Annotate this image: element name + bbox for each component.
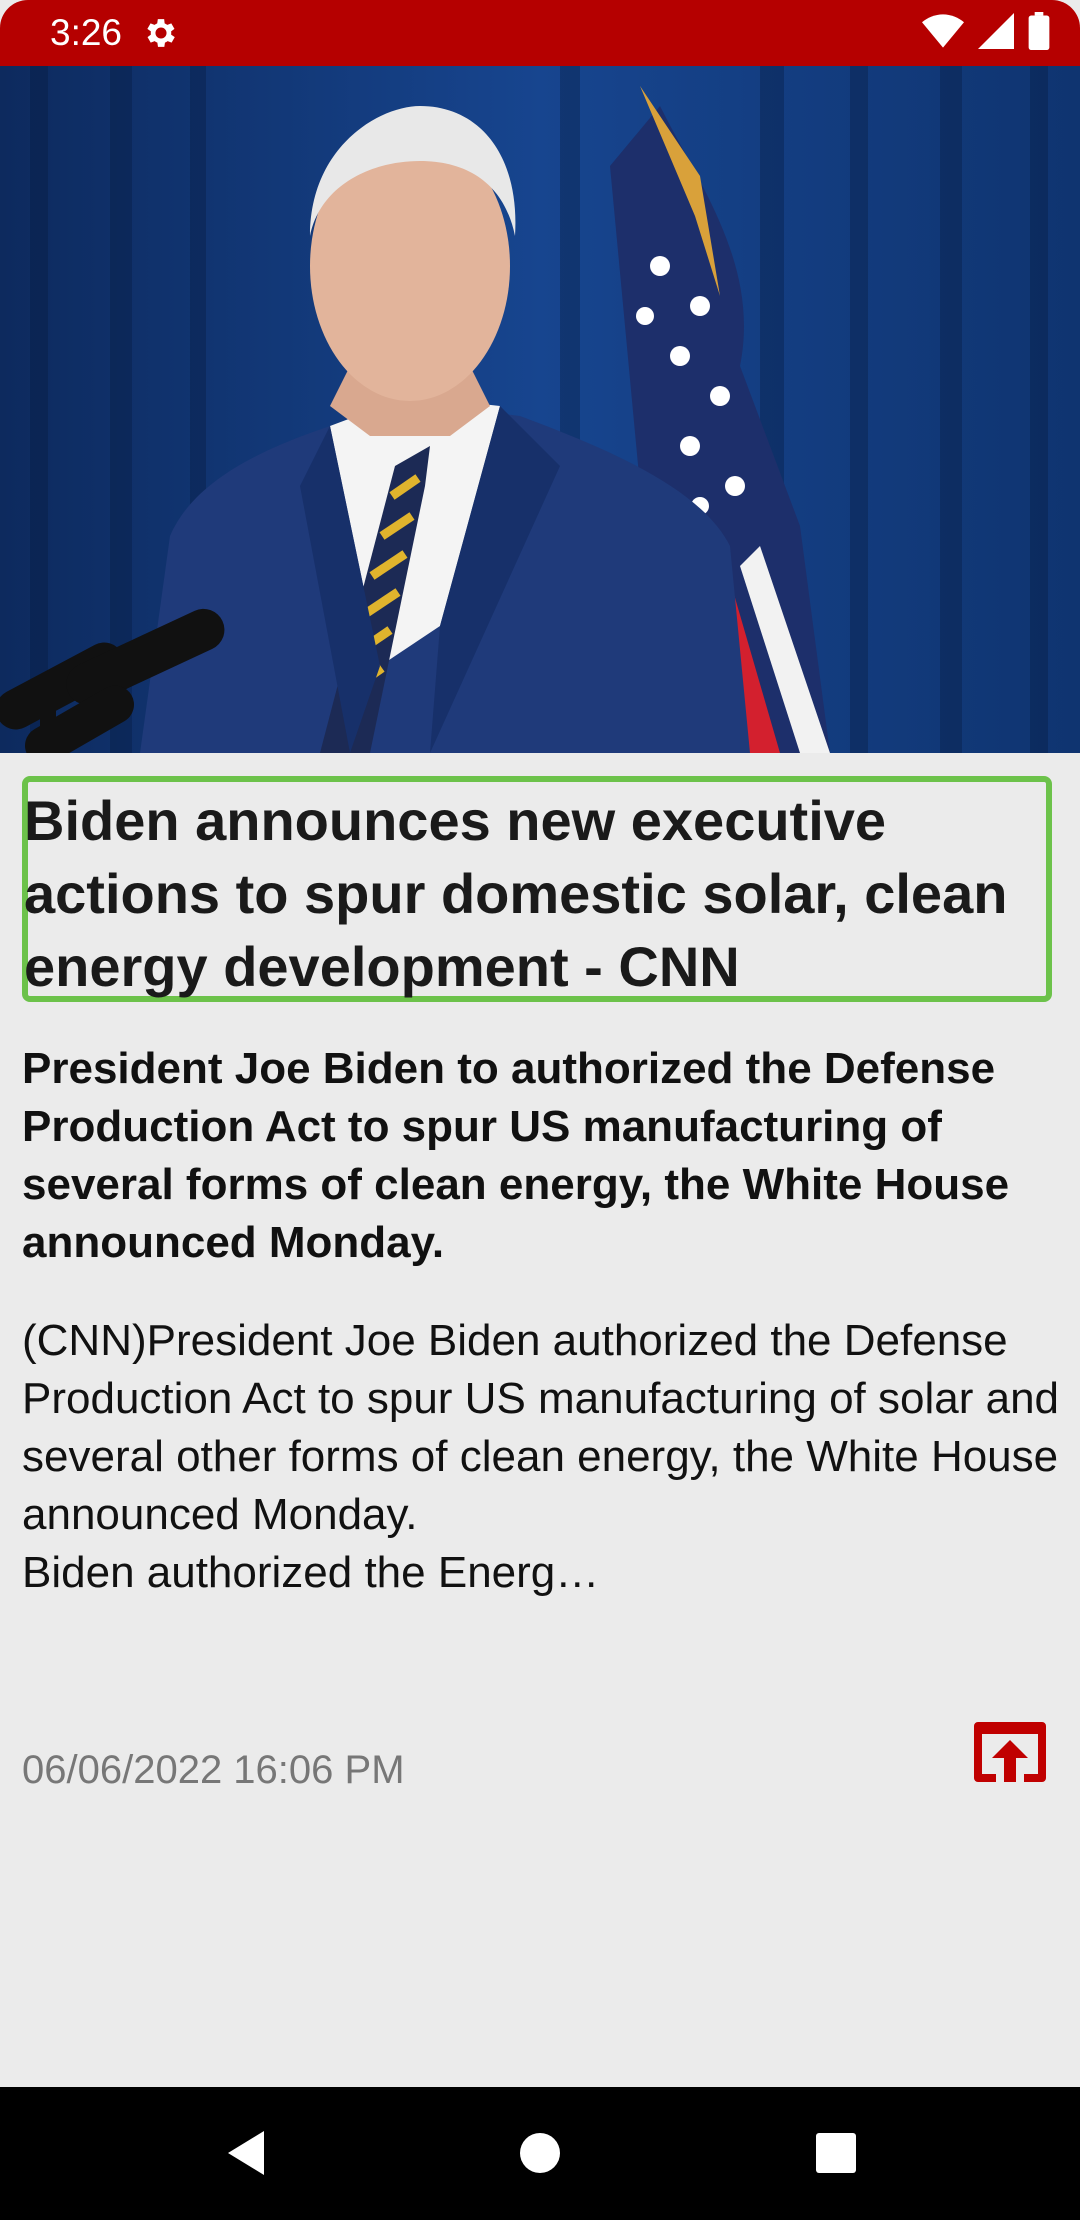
- settings-icon: [142, 14, 180, 52]
- battery-icon: [1028, 11, 1050, 55]
- open-in-browser-button[interactable]: [972, 1718, 1048, 1786]
- signal-icon: [978, 12, 1014, 54]
- home-button[interactable]: [508, 2121, 572, 2185]
- article-timestamp: 06/06/2022 16:06 PM: [22, 1748, 405, 1792]
- recents-button[interactable]: [804, 2121, 868, 2185]
- article-headline[interactable]: Biden announces new executive actions to…: [24, 784, 1044, 1003]
- status-icons: [922, 11, 1050, 55]
- wifi-icon: [922, 13, 964, 53]
- status-bar: 3:26: [0, 0, 1080, 66]
- system-nav-bar: [0, 2087, 1080, 2220]
- article-summary: President Joe Biden to authorized the De…: [22, 1044, 1010, 1267]
- open-in-browser-icon: [972, 1722, 1048, 1790]
- article-hero-image[interactable]: [0, 66, 1080, 753]
- status-time: 3:26: [50, 12, 123, 53]
- home-icon: [508, 2133, 572, 2189]
- article-screen: 3:26 Biden announces new executive actio…: [0, 0, 1080, 2220]
- back-icon: [220, 2131, 284, 2189]
- back-button[interactable]: [220, 2121, 284, 2185]
- recents-icon: [804, 2133, 868, 2189]
- article-body: (CNN)President Joe Biden authorized the …: [22, 1316, 1060, 1597]
